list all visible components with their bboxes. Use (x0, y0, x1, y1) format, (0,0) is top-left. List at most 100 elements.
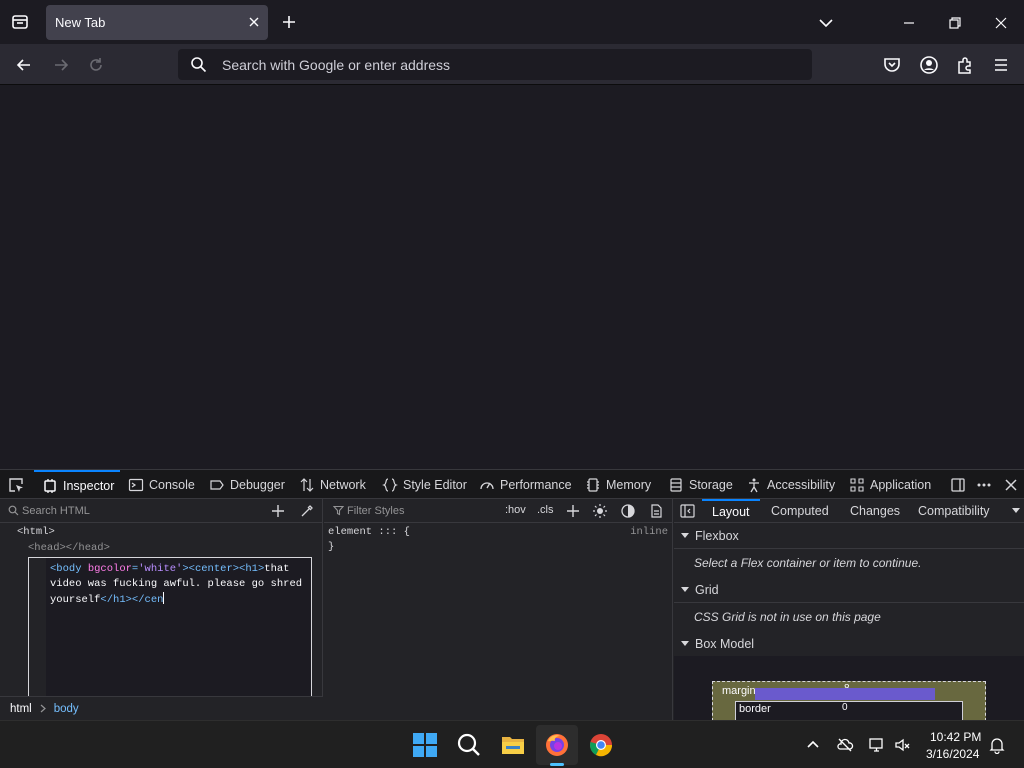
edit-as-html-editor[interactable]: <body bgcolor='white'><center><h1>that v… (28, 557, 312, 697)
firefox-icon[interactable] (544, 732, 570, 758)
close-window-icon[interactable] (992, 14, 1010, 32)
tab-label: Storage (689, 478, 733, 492)
firefox-view-icon[interactable] (8, 10, 32, 34)
clock-time[interactable]: 10:42 PM (930, 730, 981, 744)
search-icon[interactable] (456, 732, 482, 758)
tab-label: Performance (500, 478, 572, 492)
file-explorer-icon[interactable] (500, 732, 526, 758)
margin-label: margin (722, 685, 756, 697)
more-tabs-dropdown-icon[interactable] (1011, 507, 1021, 515)
windows-taskbar: 10:42 PM 3/16/2024 (0, 720, 1024, 768)
dark-scheme-contrast-icon[interactable] (620, 503, 636, 519)
box-model-border[interactable]: border 0 (735, 701, 963, 721)
windows-start-icon[interactable] (412, 732, 438, 758)
hamburger-menu-icon[interactable] (991, 55, 1011, 75)
rule-selector[interactable]: element ::: { (328, 526, 410, 538)
minimize-window-icon[interactable] (900, 14, 918, 32)
eyedropper-icon[interactable] (299, 503, 315, 519)
editor-content[interactable]: <body bgcolor='white'><center><h1>that v… (50, 562, 305, 608)
tab-network[interactable]: Network (299, 470, 366, 500)
light-scheme-sun-icon[interactable] (592, 503, 608, 519)
add-node-plus-icon[interactable] (270, 503, 286, 519)
onedrive-cloud-icon[interactable] (836, 736, 854, 754)
code-tag-open: <body (50, 563, 88, 575)
box-model-section-header[interactable]: Box Model (674, 632, 1024, 657)
account-icon[interactable] (919, 55, 939, 75)
tab-label: Console (149, 478, 195, 492)
close-devtools-icon[interactable] (1002, 476, 1020, 494)
network-status-icon[interactable] (868, 736, 886, 754)
restore-window-icon[interactable] (946, 14, 964, 32)
list-all-tabs-chevron-icon[interactable] (817, 14, 835, 32)
tab-label: Accessibility (767, 478, 836, 492)
tab-memory[interactable]: Memory (585, 470, 651, 500)
debugger-icon (210, 480, 224, 490)
browser-tab[interactable]: New Tab (46, 5, 268, 40)
tab-computed[interactable]: Computed (771, 499, 829, 523)
markup-view: <html> <head></head> <body bgcolor='whit… (0, 499, 323, 720)
memory-chip-icon (587, 478, 599, 492)
forward-arrow-icon[interactable] (51, 55, 71, 75)
breadcrumb-body[interactable]: body (54, 703, 79, 715)
new-tab-plus-icon[interactable] (280, 13, 298, 31)
tab-application[interactable]: Application (849, 470, 931, 500)
volume-muted-icon[interactable] (894, 736, 912, 754)
dock-side-icon[interactable] (949, 476, 967, 494)
toggle-sidebar-icon[interactable] (680, 504, 695, 518)
tab-style-editor[interactable]: Style Editor (382, 470, 467, 500)
border-label: border (739, 703, 771, 715)
inspector-icon (44, 479, 56, 493)
text-caret (163, 592, 165, 604)
tab-label: Compatibility (918, 504, 990, 518)
more-options-icon[interactable] (975, 476, 993, 494)
tab-changes[interactable]: Changes (850, 499, 900, 523)
tab-console[interactable]: Console (128, 470, 195, 500)
section-title: Grid (695, 583, 719, 597)
search-html-input[interactable] (22, 502, 252, 520)
clock-date[interactable]: 3/16/2024 (926, 747, 979, 761)
tab-close-icon[interactable] (248, 16, 260, 28)
url-bar[interactable] (178, 49, 812, 80)
tab-compatibility[interactable]: Compatibility (918, 499, 990, 523)
flexbox-section-header[interactable]: Flexbox (674, 524, 1024, 549)
filter-styles-input[interactable] (347, 502, 497, 520)
toggle-pseudo-classes-button[interactable]: :hov (505, 504, 526, 516)
code-tags: ><center><h1> (182, 563, 265, 575)
section-title: Flexbox (695, 529, 739, 543)
expand-triangle-icon (681, 533, 689, 538)
tab-debugger[interactable]: Debugger (209, 470, 285, 500)
box-model-margin[interactable]: margin 8 border 0 (712, 681, 986, 721)
extensions-puzzle-icon[interactable] (955, 55, 975, 75)
markup-search-bar (0, 499, 323, 523)
border-top-value[interactable]: 0 (842, 702, 848, 713)
html-node[interactable]: <html> (17, 526, 55, 538)
tab-inspector[interactable]: Inspector (34, 470, 120, 500)
tab-accessibility[interactable]: Accessibility (746, 470, 835, 500)
tab-storage[interactable]: Storage (668, 470, 733, 500)
tab-performance[interactable]: Performance (479, 470, 572, 500)
breadcrumb-chevron-icon (40, 704, 46, 713)
address-input[interactable] (222, 49, 782, 80)
notifications-bell-icon[interactable] (988, 736, 1006, 754)
chrome-icon[interactable] (588, 732, 614, 758)
rule-source: inline (630, 526, 668, 538)
element-picker-icon[interactable] (7, 476, 25, 494)
add-rule-plus-icon[interactable] (565, 503, 581, 519)
back-arrow-icon[interactable] (14, 55, 34, 75)
page-content-area[interactable] (0, 86, 1024, 469)
tab-label: Network (320, 478, 366, 492)
grid-section-header[interactable]: Grid (674, 578, 1024, 603)
print-media-icon[interactable] (648, 503, 664, 519)
toggle-classes-button[interactable]: .cls (537, 504, 554, 516)
reload-icon[interactable] (86, 55, 106, 75)
application-grid-icon (850, 478, 864, 492)
pocket-icon[interactable] (882, 55, 902, 75)
head-node[interactable]: <head></head> (28, 542, 110, 554)
breadcrumb-html[interactable]: html (10, 703, 32, 715)
tab-label: Inspector (63, 479, 115, 493)
tab-layout[interactable]: Layout (702, 499, 760, 523)
tab-label: Computed (771, 504, 829, 518)
box-model-padding[interactable] (755, 688, 935, 700)
show-hidden-icons-chevron-icon[interactable] (804, 736, 822, 754)
tab-label: Memory (606, 478, 652, 492)
